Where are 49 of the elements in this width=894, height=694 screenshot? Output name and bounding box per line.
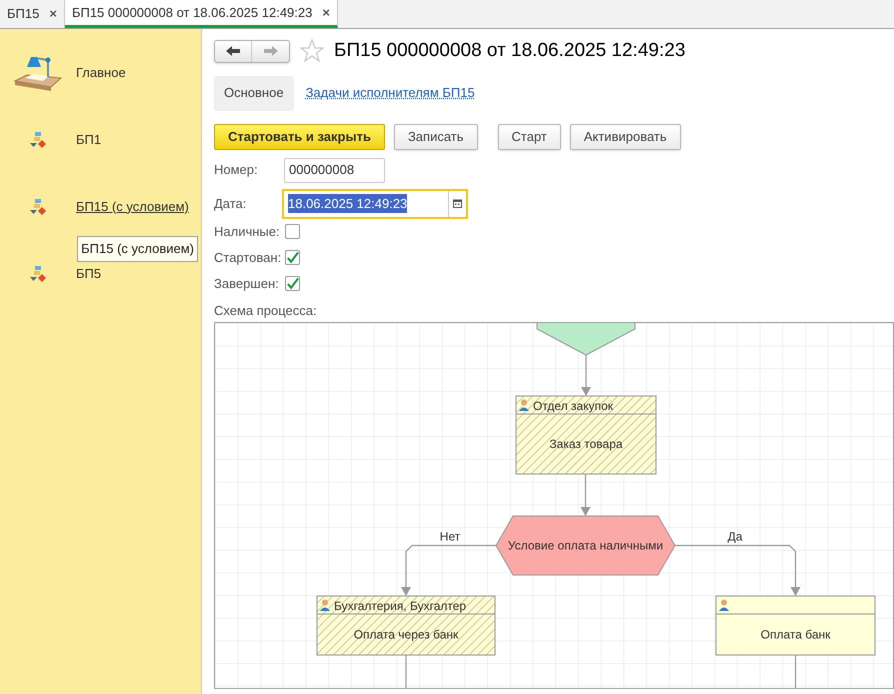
checkbox-label: Наличные:	[214, 225, 281, 238]
sidebar-link[interactable]: Главное	[76, 62, 126, 82]
connector-arrow	[581, 355, 591, 396]
checkbox[interactable]	[285, 250, 300, 265]
date-field[interactable]: 18.06.2025 12:49:23	[282, 188, 468, 218]
field-label: Номер:	[214, 161, 259, 180]
performer-label: Бухгалтерия, Бухгалтер	[334, 599, 466, 613]
performer-label: Отдел закупок	[533, 399, 614, 413]
checkbox-label: Стартован:	[214, 251, 282, 264]
back-arrow-icon	[226, 46, 240, 56]
person-icon	[320, 600, 330, 611]
action-button[interactable]: Активировать	[570, 124, 681, 150]
form-title: БП15 000000008 от 18.06.2025 12:49:23	[334, 39, 686, 63]
field-label: Дата:	[214, 194, 248, 213]
sidebar-link[interactable]: БП1	[76, 130, 102, 150]
close-icon[interactable]: ×	[49, 4, 57, 24]
subtab[interactable]: Основное	[214, 76, 294, 110]
sidebar-link[interactable]: БП5	[76, 264, 102, 284]
input-field[interactable]: 000000008	[284, 158, 385, 182]
person-icon	[719, 600, 729, 611]
checkbox[interactable]	[285, 224, 300, 239]
connector-arrow	[580, 474, 590, 516]
task-title: Оплата банк	[760, 628, 830, 642]
subtab[interactable]: Задачи исполнителям БП15	[306, 83, 475, 103]
navigation-button-group[interactable]	[214, 40, 290, 63]
person-icon	[519, 400, 529, 411]
calendar-icon[interactable]	[453, 199, 462, 208]
task-title: Оплата через банк	[354, 628, 458, 642]
sidebar-link[interactable]: БП15 (с условием)	[76, 196, 189, 216]
forward-arrow-icon	[264, 46, 278, 56]
branch-label: Нет	[440, 530, 460, 544]
close-icon[interactable]: ×	[322, 2, 330, 22]
task-title: Заказ товара	[549, 437, 623, 451]
tab[interactable]: БП15 000000008 от 18.06.2025 12:49:23 ×	[64, 0, 338, 28]
checkbox-label: Завершен:	[214, 277, 280, 290]
process-icon	[30, 132, 46, 148]
checkbox[interactable]	[285, 276, 300, 291]
condition-title: Условие оплата наличными	[508, 538, 664, 552]
tooltip: БП15 (с условием)	[77, 236, 198, 262]
action-button[interactable]: Старт	[498, 124, 561, 150]
process-icon	[30, 198, 46, 214]
action-button[interactable]: Записать	[394, 124, 478, 150]
checkmark-icon	[286, 250, 299, 264]
checkmark-icon	[286, 276, 299, 290]
action-button[interactable]: Стартовать и закрыть	[214, 124, 385, 150]
branch-label: Да	[728, 530, 742, 544]
diagram-label: Схема процесса:	[214, 302, 318, 320]
star-icon[interactable]	[300, 39, 324, 64]
process-icon	[30, 266, 46, 282]
